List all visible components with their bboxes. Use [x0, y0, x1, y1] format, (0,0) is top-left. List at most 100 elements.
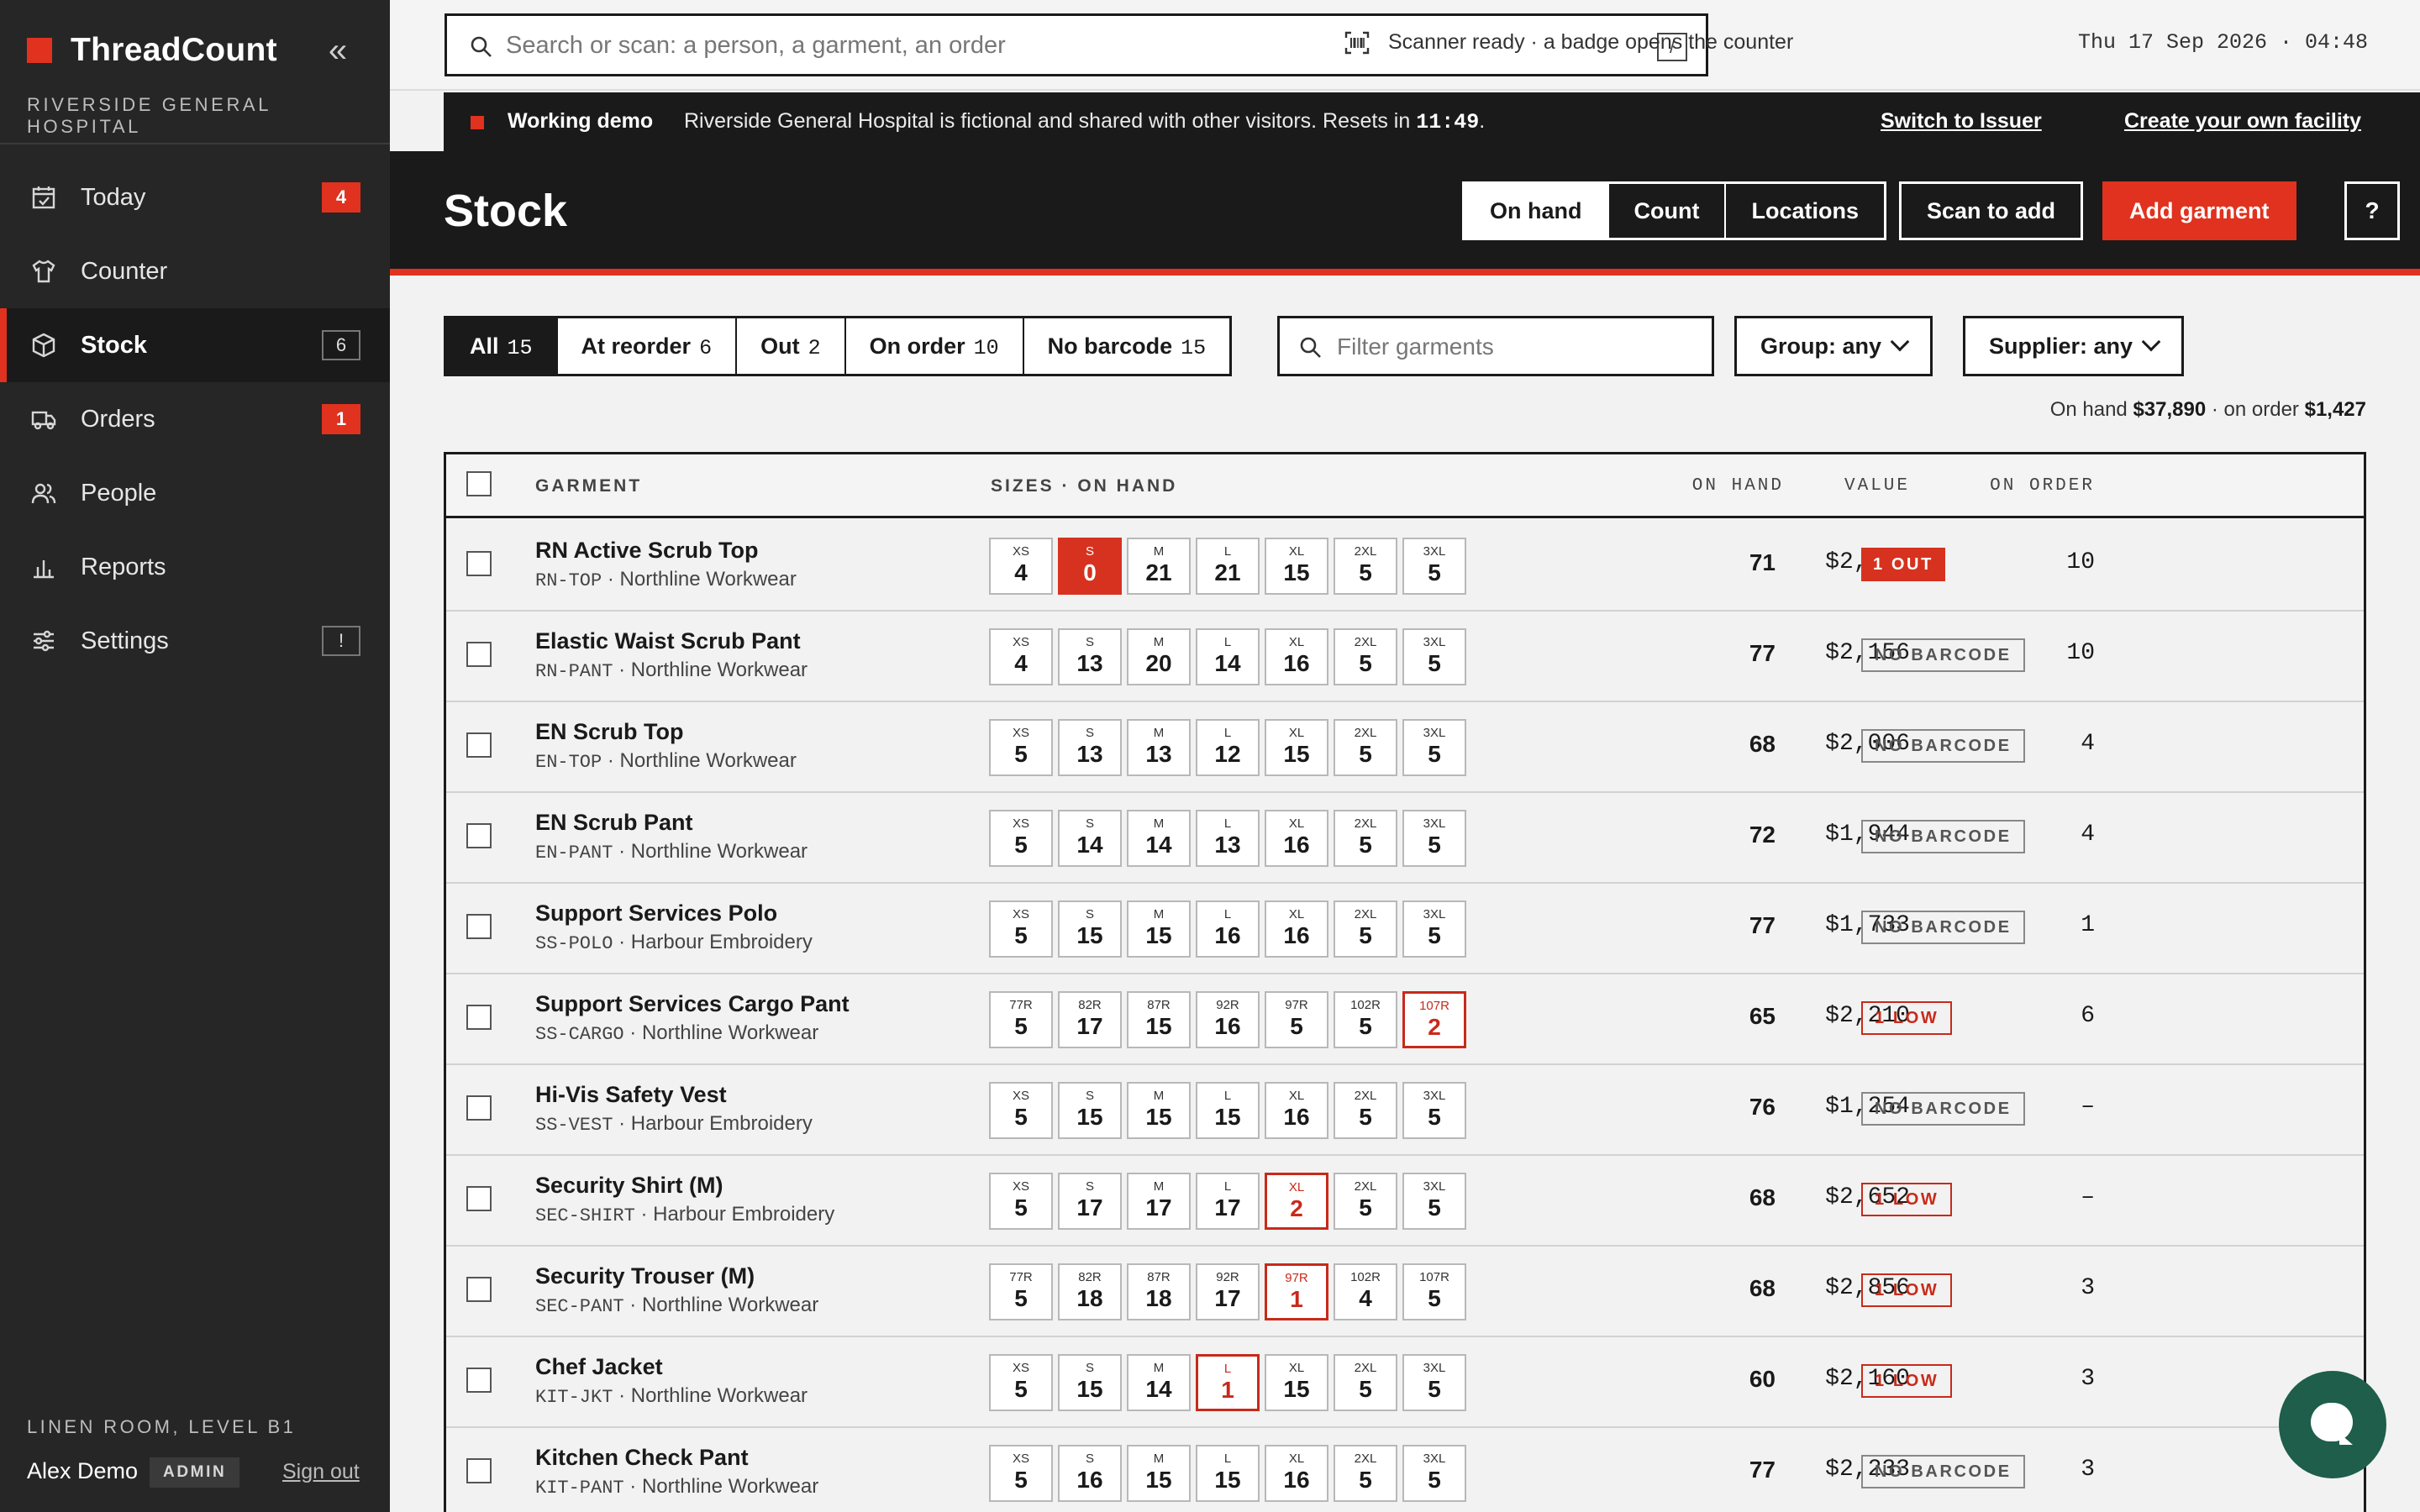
table-row[interactable]: Hi-Vis Safety Vest SS-VEST · Harbour Embr…: [446, 1065, 2364, 1156]
garment-name[interactable]: Security Trouser (M): [535, 1263, 755, 1289]
garment-name[interactable]: Chef Jacket: [535, 1354, 663, 1380]
table-row[interactable]: Support Services Polo SS-POLO · Harbour E…: [446, 884, 2364, 974]
table-row[interactable]: Elastic Waist Scrub Pant RN-PANT · Northl…: [446, 612, 2364, 702]
size-chip[interactable]: S0: [1058, 538, 1122, 595]
size-chip[interactable]: S 15: [1058, 1082, 1122, 1139]
size-chip[interactable]: 107R 5: [1402, 1263, 1466, 1320]
garment-name[interactable]: EN Scrub Pant: [535, 810, 693, 836]
size-chip[interactable]: 3XL 5: [1402, 900, 1466, 958]
size-chip[interactable]: S 17: [1058, 1173, 1122, 1230]
table-row[interactable]: Support Services Cargo Pant SS-CARGO · No…: [446, 974, 2364, 1065]
column-on-hand[interactable]: ON HAND: [1692, 476, 1784, 496]
column-on-order[interactable]: ON ORDER: [1990, 476, 2095, 496]
size-chip[interactable]: M 13: [1127, 719, 1191, 776]
size-chip[interactable]: XL 16: [1265, 1445, 1328, 1502]
table-row[interactable]: RN Active Scrub Top RN-TOP · Northline Wo…: [446, 521, 2364, 612]
size-chip[interactable]: XL 15: [1265, 538, 1328, 595]
size-chip[interactable]: L 13: [1196, 810, 1260, 867]
size-chip[interactable]: 2XL 5: [1334, 1445, 1397, 1502]
sidebar-item-today[interactable]: Today 4: [0, 160, 390, 234]
row-checkbox[interactable]: [466, 1458, 492, 1483]
table-row[interactable]: EN Scrub Pant EN-PANT · Northline Workwea…: [446, 793, 2364, 884]
size-chip[interactable]: M 20: [1127, 628, 1191, 685]
size-chip[interactable]: 82R 17: [1058, 991, 1122, 1048]
size-chip[interactable]: M 21: [1127, 538, 1191, 595]
size-chip[interactable]: XS 4: [989, 628, 1053, 685]
row-checkbox[interactable]: [466, 1277, 492, 1302]
size-chip[interactable]: XS 5: [989, 900, 1053, 958]
size-chip[interactable]: M 15: [1127, 1082, 1191, 1139]
size-chip[interactable]: M 14: [1127, 1354, 1191, 1411]
table-row[interactable]: Chef Jacket KIT-JKT · Northline Workwear X…: [446, 1337, 2364, 1428]
supplier-dropdown[interactable]: Supplier: any: [1963, 316, 2185, 376]
size-chip[interactable]: L 17: [1196, 1173, 1260, 1230]
view-on-hand-tab[interactable]: On hand: [1465, 184, 1607, 238]
size-chip[interactable]: XS 4: [989, 538, 1053, 595]
size-chip[interactable]: S 14: [1058, 810, 1122, 867]
table-row[interactable]: Security Shirt (M) SEC-SHIRT · Harbour Em…: [446, 1156, 2364, 1247]
row-checkbox[interactable]: [466, 642, 492, 667]
row-checkbox[interactable]: [466, 823, 492, 848]
size-chip[interactable]: 102R 4: [1334, 1263, 1397, 1320]
size-chip[interactable]: 82R 18: [1058, 1263, 1122, 1320]
size-chip[interactable]: XL 16: [1265, 628, 1328, 685]
row-checkbox[interactable]: [466, 1095, 492, 1121]
size-chip[interactable]: L1: [1196, 1354, 1260, 1411]
size-chip[interactable]: L 12: [1196, 719, 1260, 776]
row-checkbox[interactable]: [466, 914, 492, 939]
size-chip[interactable]: 2XL 5: [1334, 810, 1397, 867]
size-chip[interactable]: 92R 17: [1196, 1263, 1260, 1320]
size-chip[interactable]: XL 16: [1265, 900, 1328, 958]
filter-tab-no-barcode[interactable]: No barcode 15: [1022, 318, 1230, 374]
size-chip[interactable]: XS 5: [989, 1173, 1053, 1230]
size-chip[interactable]: XS 5: [989, 1082, 1053, 1139]
size-chip[interactable]: 102R 5: [1334, 991, 1397, 1048]
garment-name[interactable]: Kitchen Check Pant: [535, 1445, 749, 1471]
table-row[interactable]: Security Trouser (M) SEC-PANT · Northline…: [446, 1247, 2364, 1337]
garment-name[interactable]: Elastic Waist Scrub Pant: [535, 628, 801, 654]
size-chip[interactable]: 3XL 5: [1402, 538, 1466, 595]
size-chip[interactable]: M 17: [1127, 1173, 1191, 1230]
view-locations-tab[interactable]: Locations: [1724, 184, 1884, 238]
size-chip[interactable]: XS 5: [989, 1445, 1053, 1502]
table-row[interactable]: Kitchen Check Pant KIT-PANT · Northline W…: [446, 1428, 2364, 1512]
size-chip[interactable]: 92R 16: [1196, 991, 1260, 1048]
size-chip[interactable]: S 16: [1058, 1445, 1122, 1502]
size-chip[interactable]: 2XL 5: [1334, 719, 1397, 776]
size-chip[interactable]: 3XL 5: [1402, 810, 1466, 867]
size-chip[interactable]: 2XL 5: [1334, 1354, 1397, 1411]
view-count-tab[interactable]: Count: [1607, 184, 1725, 238]
scan-to-add-button[interactable]: Scan to add: [1899, 181, 2084, 240]
filter-tab-out[interactable]: Out 2: [735, 318, 844, 374]
row-checkbox[interactable]: [466, 732, 492, 758]
size-chip[interactable]: 87R 15: [1127, 991, 1191, 1048]
create-facility-link[interactable]: Create your own facility: [2124, 109, 2361, 134]
sidebar-item-reports[interactable]: Reports: [0, 530, 390, 604]
garment-name[interactable]: RN Active Scrub Top: [535, 538, 759, 564]
garment-filter[interactable]: [1277, 316, 1714, 376]
help-button[interactable]: ?: [2344, 181, 2400, 240]
sidebar-item-counter[interactable]: Counter: [0, 234, 390, 308]
size-chip[interactable]: 3XL 5: [1402, 1082, 1466, 1139]
sign-out-link[interactable]: Sign out: [282, 1460, 360, 1484]
size-chip[interactable]: 77R 5: [989, 1263, 1053, 1320]
size-chip[interactable]: L 21: [1196, 538, 1260, 595]
size-chip[interactable]: S 15: [1058, 1354, 1122, 1411]
column-garment[interactable]: GARMENT: [535, 476, 642, 496]
size-chip[interactable]: L 15: [1196, 1082, 1260, 1139]
size-chip[interactable]: 2XL 5: [1334, 538, 1397, 595]
size-chip[interactable]: XL 2: [1265, 1173, 1328, 1230]
group-dropdown[interactable]: Group: any: [1734, 316, 1933, 376]
row-checkbox[interactable]: [466, 1368, 492, 1393]
size-chip[interactable]: 3XL 5: [1402, 628, 1466, 685]
add-garment-button[interactable]: Add garment: [2102, 181, 2296, 240]
size-chip[interactable]: 97R 1: [1265, 1263, 1328, 1320]
size-chip[interactable]: 3XL 5: [1402, 1173, 1466, 1230]
size-chip[interactable]: 2XL 5: [1334, 1173, 1397, 1230]
select-all-checkbox[interactable]: [466, 471, 492, 496]
garment-name[interactable]: Security Shirt (M): [535, 1173, 723, 1199]
row-checkbox[interactable]: [466, 1186, 492, 1211]
row-checkbox[interactable]: [466, 551, 492, 576]
size-chip[interactable]: M 15: [1127, 900, 1191, 958]
filter-tab-all[interactable]: All 15: [446, 318, 556, 374]
